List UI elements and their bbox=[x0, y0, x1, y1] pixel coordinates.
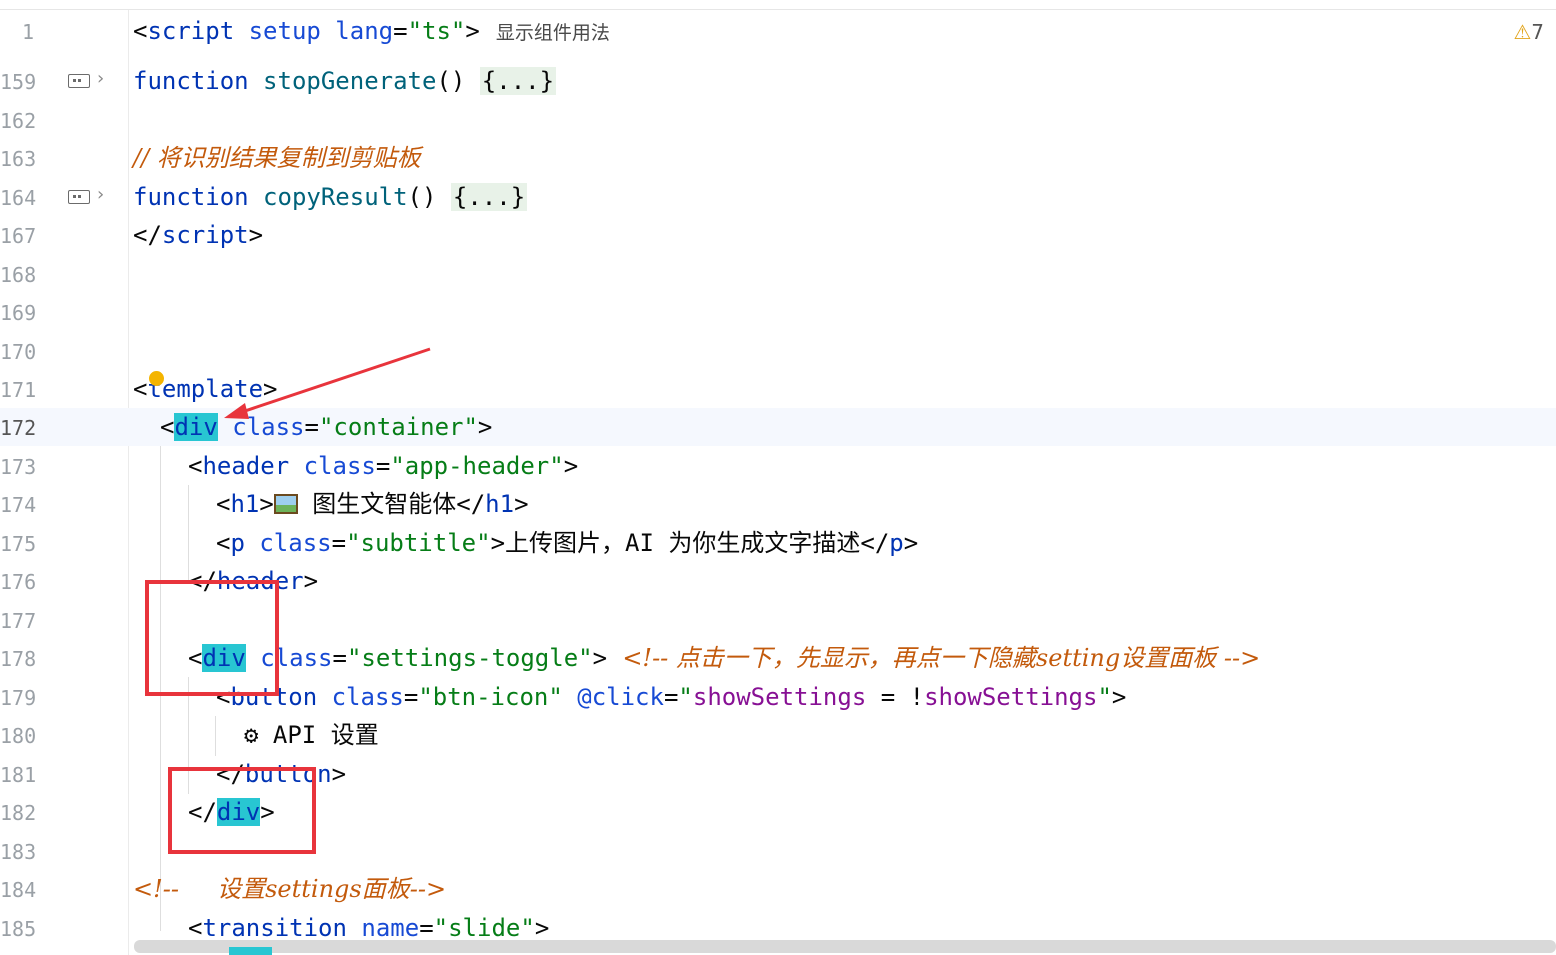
code-editor[interactable]: 1 <script setup lang="ts"> 显示组件用法 ⚠7 159 … bbox=[0, 0, 1556, 955]
annotation-arrow bbox=[224, 347, 431, 419]
matched-tag-highlight bbox=[229, 947, 272, 955]
horizontal-scrollbar[interactable] bbox=[134, 940, 1556, 953]
